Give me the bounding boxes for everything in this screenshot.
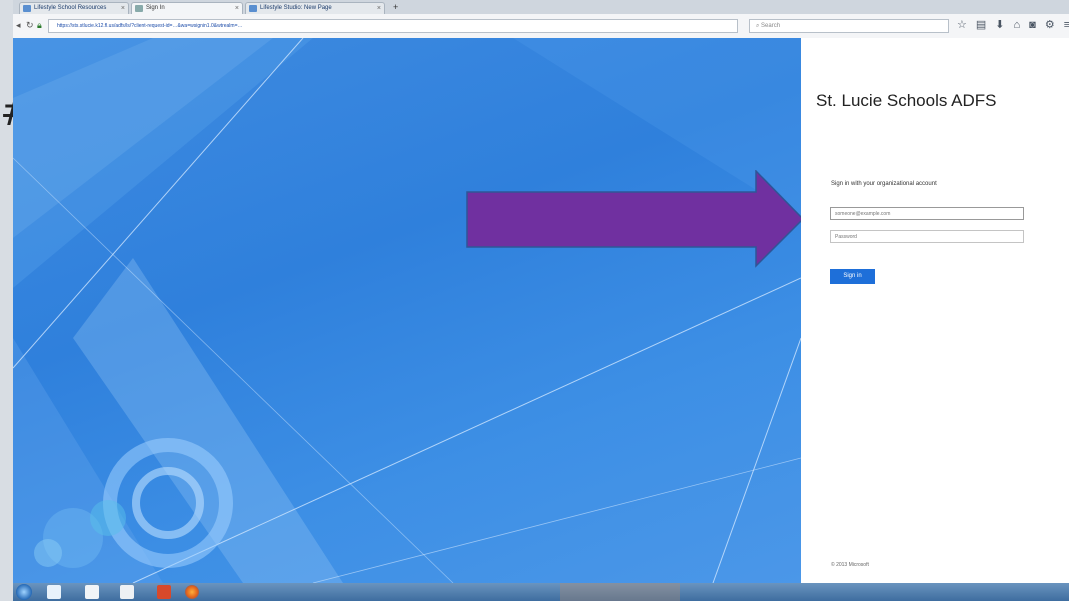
close-icon[interactable]: × <box>121 3 125 14</box>
folder-icon[interactable] <box>85 585 99 599</box>
adfs-background-illustration <box>13 38 801 583</box>
sign-in-panel: St. Lucie Schools ADFS Sign in with your… <box>801 38 1069 583</box>
windows-taskbar <box>13 583 1069 601</box>
firefox-icon[interactable] <box>185 585 199 599</box>
copyright-text: © 2013 Microsoft <box>831 562 869 568</box>
slide-photo-fragment <box>560 583 680 601</box>
extensions-icon[interactable]: ⚙ <box>1045 19 1064 31</box>
tab-lifestyle-school-resources[interactable]: Lifestyle School Resources × <box>19 2 129 14</box>
menu-icon[interactable]: ≡ <box>1064 19 1069 31</box>
browser-toolbar-icons: ☆▤⬇⌂◙⚙≡ <box>957 18 1069 31</box>
favicon-icon <box>135 5 143 12</box>
background-graphic <box>13 38 801 583</box>
tab-sign-in[interactable]: Sign In × <box>131 2 243 14</box>
sign-in-prompt: Sign in with your organizational account <box>831 181 937 187</box>
search-placeholder: Search <box>761 23 781 29</box>
address-bar[interactable]: https://sts.stlucie.k12.fl.us/adfs/ls/?c… <box>48 19 738 33</box>
favicon-icon <box>249 5 257 12</box>
folder-icon[interactable] <box>120 585 134 599</box>
bookmark-star-icon[interactable]: ☆ <box>957 19 976 31</box>
reload-icon[interactable]: ↻ <box>26 20 34 31</box>
tab-label: Lifestyle School Resources <box>34 5 107 11</box>
page-title: St. Lucie Schools ADFS <box>816 91 997 110</box>
password-field[interactable] <box>830 230 1024 243</box>
download-icon[interactable]: ⬇ <box>995 19 1013 31</box>
tab-label: Sign In <box>146 5 165 11</box>
start-button-icon[interactable] <box>16 584 32 600</box>
browser-tab-strip: Lifestyle School Resources × Sign In × L… <box>13 0 1069 14</box>
back-arrow-icon[interactable]: ◂ <box>16 20 21 31</box>
powerpoint-icon[interactable] <box>157 585 171 599</box>
library-icon[interactable]: ▤ <box>976 19 995 31</box>
tab-label: Lifestyle Studio: New Page <box>260 5 332 11</box>
explorer-icon[interactable] <box>47 585 61 599</box>
username-field[interactable] <box>830 207 1024 220</box>
lock-icon: 🔒︎ <box>37 20 42 30</box>
favicon-icon <box>23 5 31 12</box>
new-tab-button[interactable]: + <box>393 1 398 13</box>
tab-lifestyle-studio[interactable]: Lifestyle Studio: New Page × <box>245 2 385 14</box>
home-icon[interactable]: ⌂ <box>1014 19 1030 31</box>
sign-in-button[interactable]: Sign in <box>830 269 875 284</box>
browser-nav-bar: ◂ ↻ 🔒︎ https://sts.stlucie.k12.fl.us/adf… <box>13 14 1069 39</box>
pocket-icon[interactable]: ◙ <box>1029 19 1045 31</box>
close-icon[interactable]: × <box>235 3 239 14</box>
search-input[interactable]: ⌕ Search <box>749 19 949 33</box>
annotation-arrow <box>466 170 805 268</box>
close-icon[interactable]: × <box>377 3 381 14</box>
